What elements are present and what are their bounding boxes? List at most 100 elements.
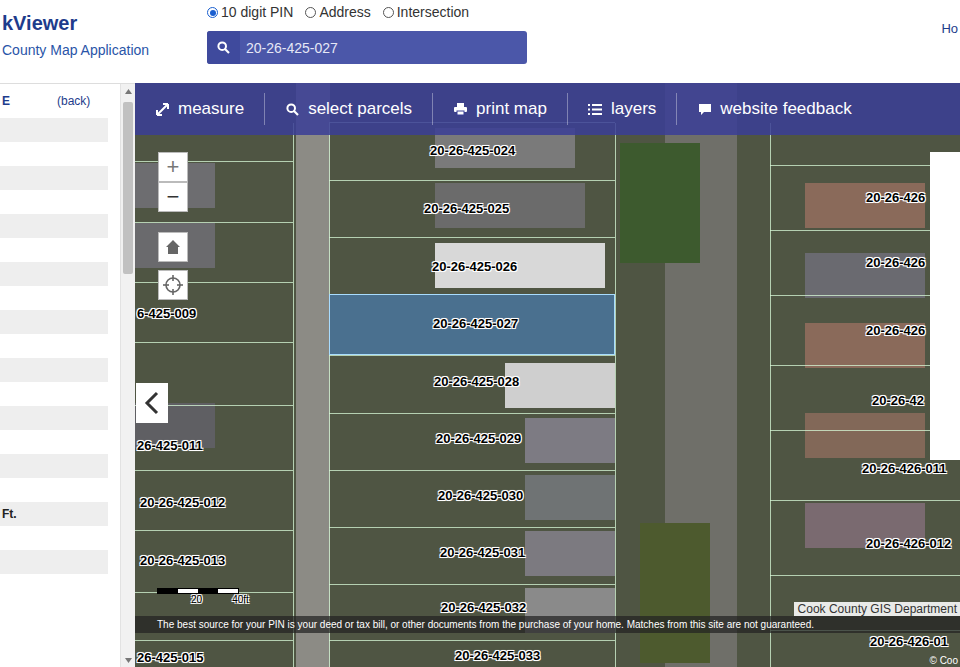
toolbar-button[interactable]: print map (433, 93, 568, 125)
parcel-label[interactable]: 20-26-425-033 (455, 648, 540, 663)
parcel-label[interactable]: 20-26-426 (866, 190, 925, 205)
parcel-label[interactable]: 26-425-015 (137, 650, 204, 665)
home-icon[interactable] (164, 238, 182, 256)
print-icon[interactable] (453, 102, 468, 117)
sidebar-row (0, 238, 108, 262)
map-feature (525, 531, 615, 576)
attribution: Cook County GIS Department (794, 602, 960, 616)
sidebar-row: Ft. (0, 502, 108, 526)
scroll-down-icon[interactable] (121, 653, 135, 667)
toolbar-button[interactable]: select parcels (265, 93, 433, 125)
search-input[interactable]: 20-26-425-027 (240, 31, 527, 64)
parcel-label[interactable]: 20-26-426-01 (870, 634, 948, 649)
parcel-line (770, 575, 960, 576)
parcel-line (329, 584, 615, 585)
parcel-label[interactable]: 20-26-425-029 (436, 431, 521, 446)
app: kViewer County Map Application 10 digit … (0, 0, 960, 667)
search-mode-option[interactable]: 10 digit PIN (207, 4, 293, 21)
sidebar-row (0, 526, 108, 550)
toolbar-label[interactable]: measure (178, 99, 244, 119)
parcel-label[interactable]: 20-26-426 (866, 255, 925, 270)
brand: kViewer County Map Application (0, 0, 207, 58)
parcel-label[interactable]: 20-26-425-013 (140, 553, 225, 568)
scroll-track[interactable] (121, 98, 135, 653)
toolbar-label[interactable]: print map (476, 99, 547, 119)
parcel-label[interactable]: 26-425-011 (137, 438, 203, 453)
parcel-line (615, 123, 616, 667)
home-link[interactable]: Ho (941, 0, 960, 36)
parcel-label[interactable]: 20-26-425-032 (441, 600, 526, 615)
zoom-out-button[interactable]: − (158, 182, 188, 212)
app-title[interactable]: kViewer (2, 12, 207, 34)
search-area: 10 digit PIN Address Intersection 20-26-42… (207, 0, 527, 64)
parcel-line (770, 123, 771, 667)
sidebar-header: E (back) (0, 84, 120, 118)
scale-segment (218, 589, 238, 593)
side-panel (930, 152, 960, 460)
toolbar-label[interactable]: website feedback (720, 99, 851, 119)
header: kViewer County Map Application 10 digit … (0, 0, 960, 83)
search-mode-label[interactable]: 10 digit PIN (221, 4, 293, 21)
radio-button[interactable] (207, 7, 218, 18)
radio-button[interactable] (305, 7, 316, 18)
parcel-label[interactable]: 20-26-425-031 (440, 545, 525, 560)
collapse-button[interactable] (136, 383, 168, 423)
radio-button[interactable] (383, 7, 394, 18)
parcel-line (329, 527, 615, 528)
toolbar-label[interactable]: layers (611, 99, 656, 119)
parcel-label[interactable]: 20-26-425-012 (140, 495, 225, 510)
toolbar-button[interactable]: measure (135, 93, 265, 125)
search-bar[interactable]: 20-26-425-027 (207, 31, 527, 64)
search-mode-label[interactable]: Address (319, 4, 370, 21)
parcel-line (329, 413, 615, 414)
parcel-label[interactable]: 20-26-425-026 (432, 259, 517, 274)
parcel-label[interactable]: 20-26-425-024 (430, 143, 515, 158)
sidebar-row (0, 454, 108, 478)
toolbar-label[interactable]: select parcels (308, 99, 412, 119)
locate-button[interactable] (158, 270, 188, 300)
toolbar-button[interactable]: layers (568, 93, 677, 125)
scroll-thumb[interactable] (123, 102, 133, 274)
parcel-label[interactable]: 20-26-425-027 (433, 316, 518, 331)
scroll-up-icon[interactable] (121, 84, 135, 98)
scrollbar[interactable] (120, 84, 135, 667)
toolbar: measure select parcels print map layers webs… (135, 83, 960, 135)
search-modes: 10 digit PIN Address Intersection (207, 4, 527, 21)
toolbar-button[interactable]: website feedback (677, 93, 871, 125)
map-feature (525, 418, 615, 463)
parcel-line (329, 180, 615, 181)
search-icon[interactable] (207, 31, 240, 64)
home-button[interactable] (158, 232, 188, 262)
map[interactable]: 20-26-425-024 20-26-425-025 20-26-425-026 2… (135, 83, 960, 667)
search-icon[interactable] (285, 102, 300, 117)
parcel-label[interactable]: 20-26-426-012 (866, 536, 951, 551)
comment-icon[interactable] (697, 102, 712, 117)
parcel-label[interactable]: 20-26-426 (866, 323, 925, 338)
list-icon[interactable] (588, 102, 603, 117)
map-feature (805, 413, 925, 458)
parcel-line (135, 530, 293, 531)
map-feature (525, 475, 615, 520)
zoom-in-button[interactable]: + (158, 152, 188, 182)
crosshair-icon[interactable] (163, 275, 183, 295)
back-link[interactable]: (back) (57, 94, 90, 108)
search-mode-option[interactable]: Address (305, 4, 370, 21)
chevron-left-icon[interactable] (144, 391, 160, 415)
sidebar: E (back) Ft. (0, 83, 135, 667)
sidebar-rows: Ft. (0, 118, 120, 598)
map-feature (296, 83, 330, 667)
parcel-line (135, 470, 293, 471)
parcel-label[interactable]: 20-26-426-011 (862, 461, 947, 476)
search-mode-label[interactable]: Intersection (397, 4, 469, 21)
parcel-label[interactable]: 20-26-425-028 (434, 374, 519, 389)
sidebar-row (0, 166, 108, 190)
parcel-line (329, 470, 615, 471)
parcel-label[interactable]: 20-26-425-025 (424, 201, 509, 216)
parcel-label[interactable]: 20-26-425-030 (438, 488, 523, 503)
parcel-label[interactable]: 6-425-009 (137, 306, 196, 321)
search-mode-option[interactable]: Intersection (383, 4, 469, 21)
measure-icon[interactable] (155, 102, 170, 117)
scale-labels: 2040ft (157, 594, 249, 606)
parcel-label[interactable]: 20-26-42 (872, 393, 924, 408)
scale-label: 20 (191, 594, 202, 606)
